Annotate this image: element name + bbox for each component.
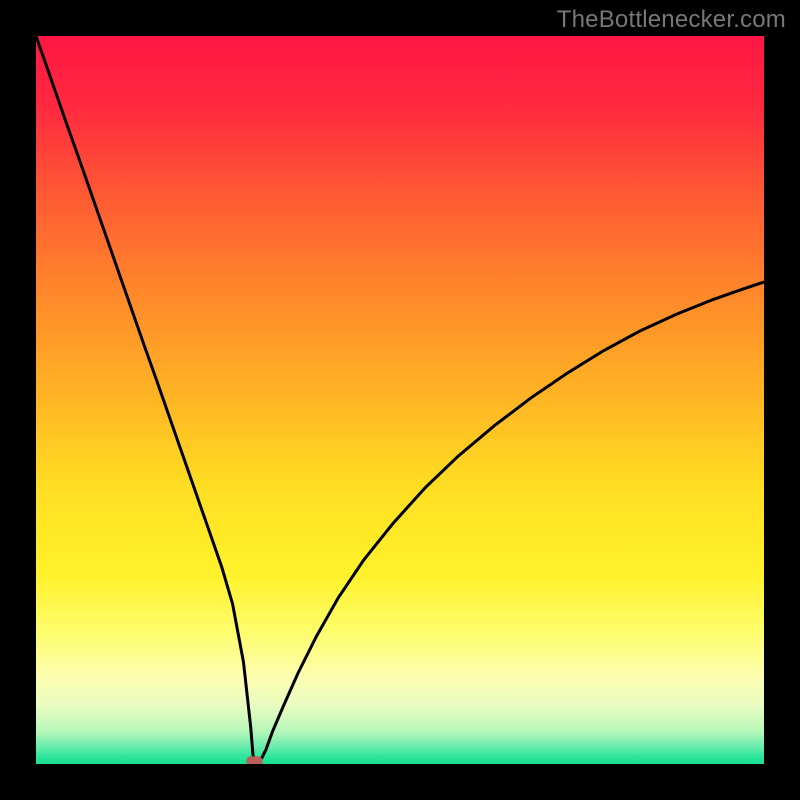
gradient-background (36, 36, 764, 764)
optimal-marker (246, 756, 262, 764)
plot-area (36, 36, 764, 764)
chart-svg (36, 36, 764, 764)
chart-frame: TheBottlenecker.com (0, 0, 800, 800)
watermark-text: TheBottlenecker.com (557, 6, 786, 34)
